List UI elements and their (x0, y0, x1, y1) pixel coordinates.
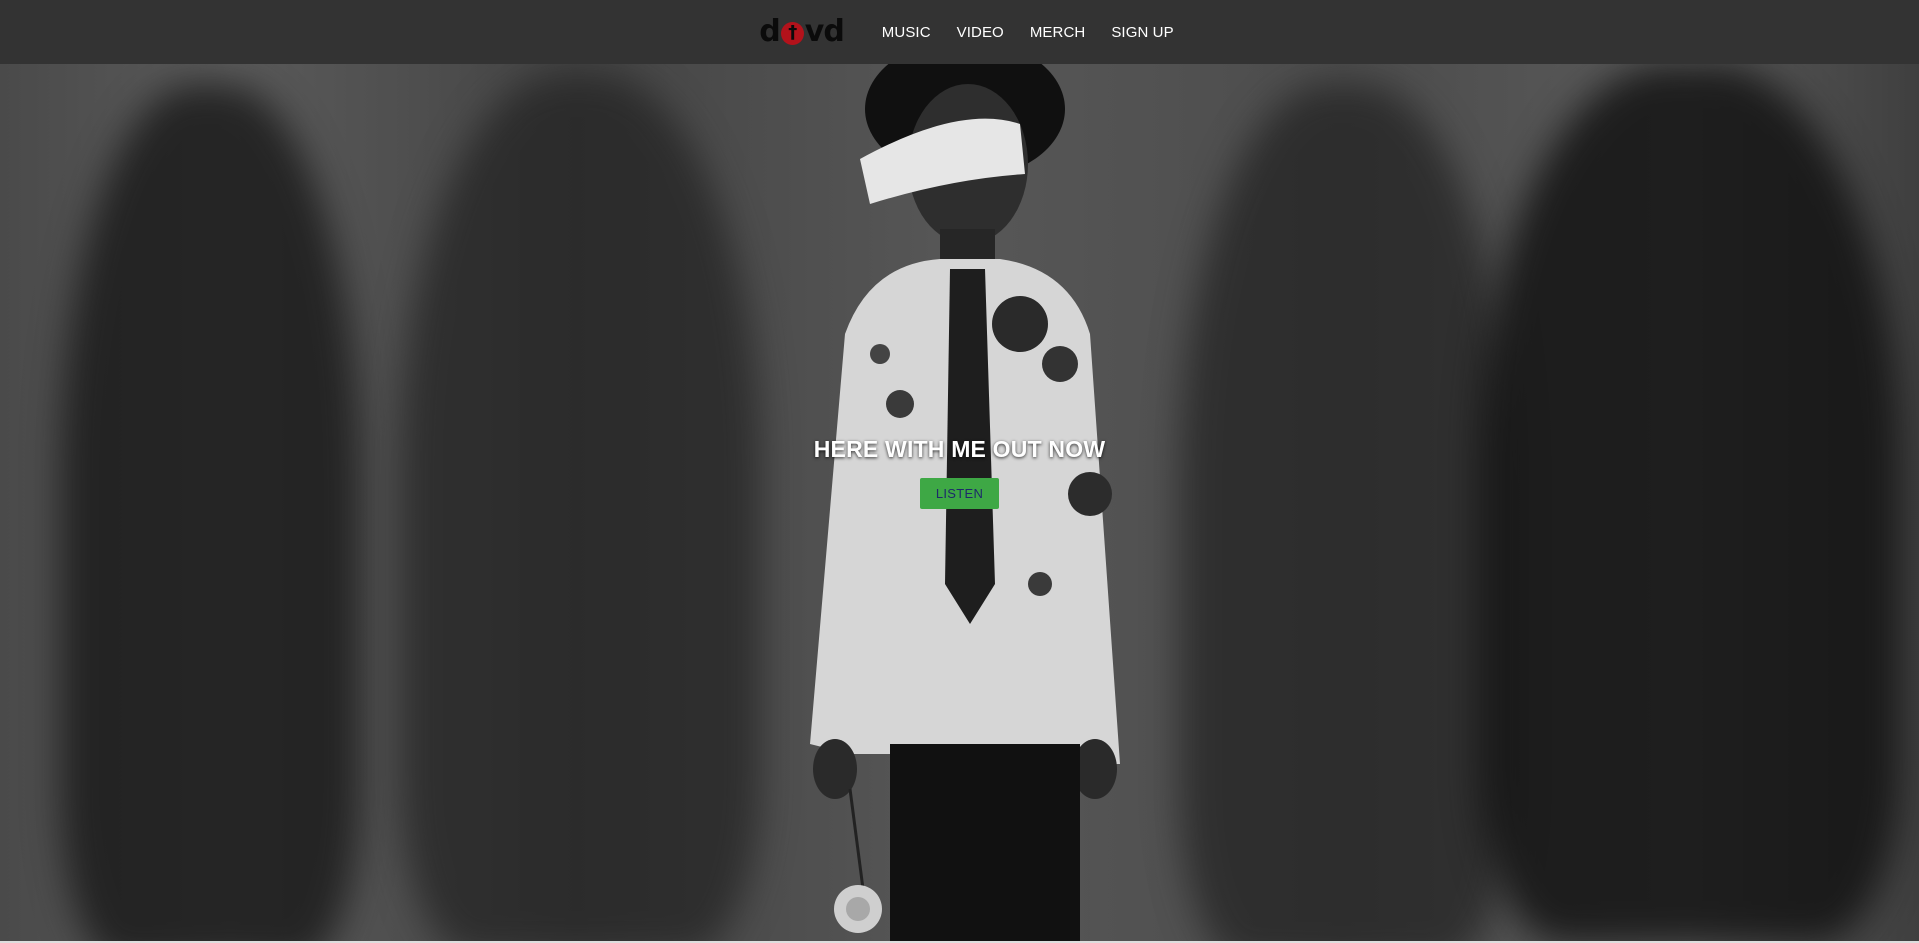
top-navbar: d † vd MUSIC VIDEO MERCH SIGN UP (0, 0, 1919, 64)
hero-headline: HERE WITH ME OUT NOW (813, 436, 1106, 462)
hero-content: HERE WITH ME OUT NOW LISTEN (0, 438, 1919, 509)
logo-text-right: vd (804, 14, 845, 49)
nav-link-sign-up[interactable]: SIGN UP (1111, 24, 1173, 41)
ghost-figure-3 (1180, 84, 1510, 943)
main-nav: MUSIC VIDEO MERCH SIGN UP (882, 24, 1174, 41)
nav-link-video[interactable]: VIDEO (957, 24, 1004, 41)
nav-link-merch[interactable]: MERCH (1030, 24, 1086, 41)
logo-text-left: d (759, 14, 781, 49)
hero-section: HERE WITH ME OUT NOW LISTEN (0, 64, 1919, 943)
nav-container: d † vd MUSIC VIDEO MERCH SIGN UP (759, 17, 1173, 47)
ghost-figure-1 (60, 84, 360, 943)
listen-button[interactable]: LISTEN (919, 478, 1000, 509)
nav-link-music[interactable]: MUSIC (882, 24, 931, 41)
logo-cross-icon: † (780, 21, 804, 45)
site-logo[interactable]: d † vd (759, 14, 845, 49)
